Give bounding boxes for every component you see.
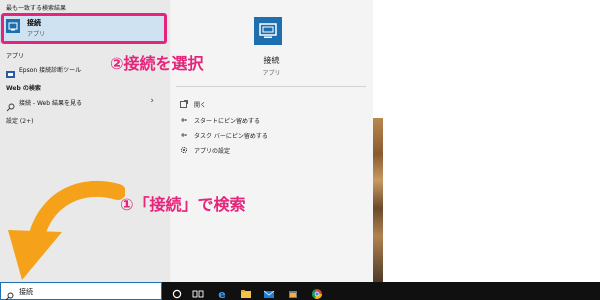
taskbar-search-box[interactable]: 接続 xyxy=(0,282,162,300)
action-app-settings[interactable]: アプリの設定 xyxy=(180,145,360,157)
action-label: スタートにピン留めする xyxy=(194,118,261,125)
chevron-right-icon[interactable]: › xyxy=(150,96,154,106)
store-icon[interactable] xyxy=(287,285,299,298)
explorer-icon[interactable] xyxy=(240,285,252,298)
curved-arrow-icon xyxy=(8,180,125,280)
pin-icon xyxy=(180,116,188,124)
app-detail-pane: 接続 アプリ 開く スタートにピン留めする タスク バーにピン留めする アプリの… xyxy=(170,0,373,282)
desktop-wallpaper xyxy=(373,118,383,282)
settings-heading[interactable]: 設定 (2+) xyxy=(6,116,33,125)
connect-app-large-icon xyxy=(254,17,282,45)
search-input[interactable]: 接続 xyxy=(19,287,33,297)
search-icon xyxy=(5,286,14,300)
action-pin-start[interactable]: スタートにピン留めする xyxy=(180,115,360,127)
action-pin-taskbar[interactable]: タスク バーにピン留めする xyxy=(180,130,360,142)
open-icon xyxy=(180,100,188,108)
action-open[interactable]: 開く xyxy=(180,99,360,111)
web-result-label: 接続 - Web 結果を見る xyxy=(19,100,82,107)
annotation-step-2: ②接続を選択 xyxy=(110,54,204,73)
mail-icon[interactable] xyxy=(263,285,275,298)
best-match-heading: 最も一致する検索結果 xyxy=(6,5,67,12)
apps-heading: アプリ xyxy=(6,53,25,60)
task-view-icon[interactable] xyxy=(192,285,204,298)
selection-highlight-frame xyxy=(1,13,167,44)
web-search-heading: Web の検索 xyxy=(6,85,41,92)
pin-icon xyxy=(180,131,188,139)
taskbar: 接続 e xyxy=(0,282,600,300)
divider xyxy=(176,86,366,87)
annotation-step-1: ①「接続」で検索 xyxy=(120,195,246,214)
search-icon xyxy=(6,97,15,112)
svg-text:e: e xyxy=(218,288,225,300)
chrome-icon[interactable] xyxy=(311,285,323,299)
cortana-icon[interactable] xyxy=(171,285,183,299)
epson-app-icon xyxy=(6,64,15,78)
edge-icon[interactable]: e xyxy=(216,285,228,300)
action-label: 開く xyxy=(194,102,207,109)
desktop-area xyxy=(373,0,600,282)
action-label: タスク バーにピン留めする xyxy=(194,133,268,140)
list-item-label: Epson 接続診断ツール xyxy=(19,67,82,74)
list-item-web[interactable]: 接続 - Web 結果を見る › xyxy=(0,96,168,112)
gear-icon xyxy=(180,146,188,154)
action-label: アプリの設定 xyxy=(194,148,231,155)
